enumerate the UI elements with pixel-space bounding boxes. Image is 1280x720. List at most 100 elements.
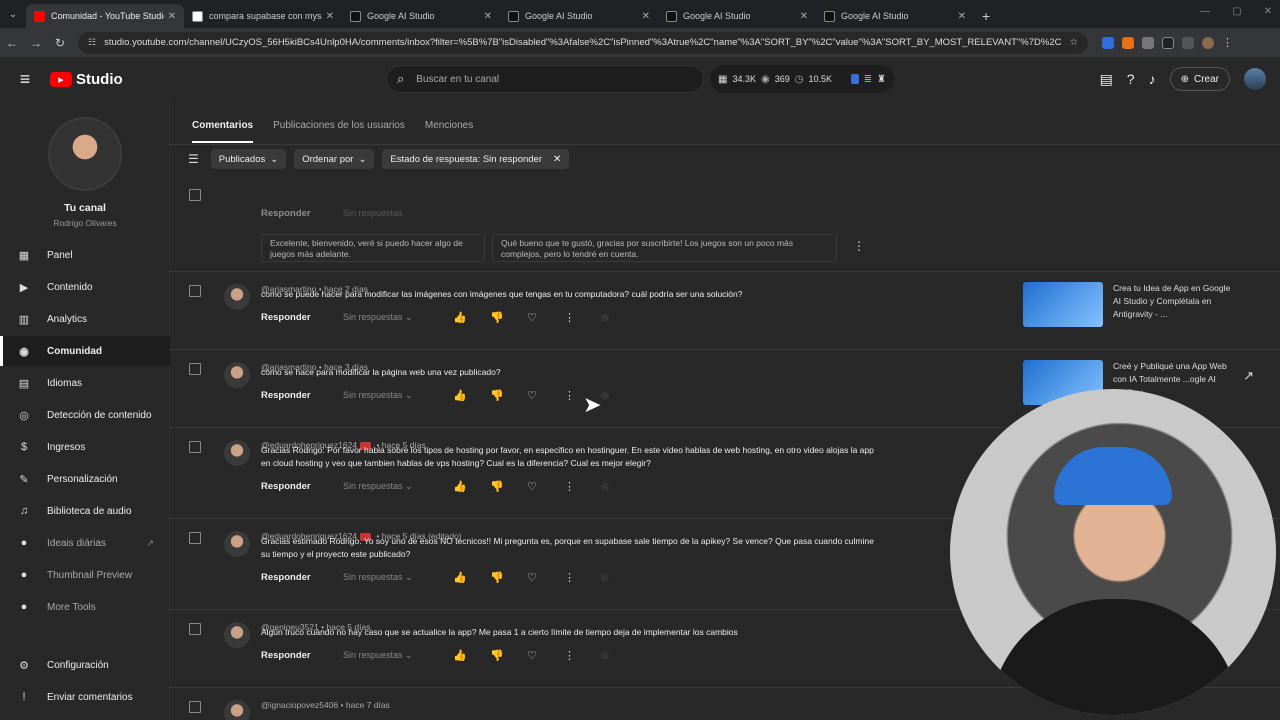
select-all-checkbox[interactable] [189,189,201,201]
close-tab-icon[interactable]: ✕ [326,11,334,22]
minimize-icon[interactable]: — [1200,6,1210,17]
dislike-icon[interactable]: 👎 [490,649,527,662]
browser-tab[interactable]: Google AI Studio ✕ [658,4,816,28]
close-tab-icon[interactable]: ✕ [484,11,492,22]
close-tab-icon[interactable]: ✕ [958,11,966,22]
kebab-menu-icon[interactable]: ⋮ [1222,36,1233,49]
sidebar-item-configuracion[interactable]: ⚙ Configuración [0,650,170,680]
sidebar-item-enviar[interactable]: ! Enviar comentarios [0,682,170,712]
help-icon[interactable]: ? [1127,71,1135,87]
video-title[interactable]: Crea tu Idea de App en Google AI Studio … [1113,282,1233,321]
reload-icon[interactable]: ↻ [48,36,72,50]
comment-checkbox[interactable] [189,441,201,453]
dollar-icon[interactable]: ◎ [601,390,638,401]
close-tab-icon[interactable]: ✕ [642,11,650,22]
create-button[interactable]: ⊕ Crear [1169,67,1230,91]
dollar-icon[interactable]: ◎ [601,572,638,583]
no-replies-dropdown[interactable]: Sin respuestas ⌄ [343,572,453,583]
new-tab-plus-icon[interactable]: + [982,4,990,28]
more-options-icon[interactable]: ⋮ [564,480,601,493]
heart-icon[interactable]: ♡ [527,311,564,324]
sidebar-item-contenido[interactable]: ▶ Contenido [0,272,170,302]
sidebar-item-analytics[interactable]: ▥ Analytics [0,304,170,334]
tab-menciones[interactable]: Menciones [425,118,473,143]
heart-icon[interactable]: ♡ [527,480,564,493]
like-icon[interactable]: 👍 [453,311,490,324]
lines-icon[interactable]: ≣ [864,74,872,85]
subtitles-icon[interactable]: ▤ [1100,71,1113,88]
like-icon[interactable]: 👍 [453,389,490,402]
channel-avatar[interactable] [48,117,122,191]
status-filter-chip[interactable]: Estado de respuesta: Sin responder ✕ [382,149,570,169]
comment-checkbox[interactable] [189,532,201,544]
close-window-icon[interactable]: ✕ [1264,6,1272,17]
commenter-avatar[interactable] [224,362,250,388]
sidebar-item-biblioteca[interactable]: ♫ Biblioteca de audio [0,496,170,526]
dollar-icon[interactable]: ◎ [601,650,638,661]
open-video-arrow-icon[interactable]: ↗ [1243,368,1254,384]
notifications-bell-icon[interactable]: ♪ [1149,71,1156,87]
address-bar[interactable]: ☷ studio.youtube.com/channel/UCzyOS_56H5… [78,31,1088,54]
sidebar-item-more-tools[interactable]: ● More Tools [0,592,170,622]
browser-tab[interactable]: Google AI Studio ✕ [500,4,658,28]
extension-icon[interactable] [1162,36,1174,49]
camera-extension-icon[interactable] [1142,36,1154,49]
reply-button[interactable]: Responder [261,481,343,492]
sidebar-item-thumbnail[interactable]: ● Thumbnail Preview [0,560,170,590]
comment-checkbox[interactable] [189,363,201,375]
no-replies-dropdown[interactable]: Sin respuestas ⌄ [343,481,453,492]
browser-tab[interactable]: Google AI Studio ✕ [816,4,974,28]
more-options-icon[interactable]: ⋮ [564,311,601,324]
reply-button[interactable]: Responder [261,208,343,219]
dollar-icon[interactable]: ◎ [601,312,638,323]
sidebar-item-ingresos[interactable]: $ Ingresos [0,432,170,462]
commenter-avatar[interactable] [224,284,250,310]
comment-checkbox[interactable] [189,285,201,297]
heart-icon[interactable]: ♡ [527,389,564,402]
tab-search-chevron-icon[interactable]: ⌄ [0,0,26,28]
sidebar-item-deteccion[interactable]: ◎ Detección de contenido [0,400,170,430]
reply-button[interactable]: Responder [261,390,343,401]
close-tab-icon[interactable]: ✕ [800,11,808,22]
browser-tab[interactable]: compara supabase con mysql ✕ [184,4,342,28]
no-replies-dropdown[interactable]: Sin respuestas ⌄ [343,312,453,323]
comment-checkbox[interactable] [189,701,201,713]
browser-tab[interactable]: Google AI Studio ✕ [342,4,500,28]
commenter-avatar[interactable] [224,440,250,466]
comment-checkbox[interactable] [189,623,201,635]
commenter-avatar[interactable] [224,622,250,648]
extension-icon[interactable] [1122,36,1134,49]
like-icon[interactable]: 👍 [453,649,490,662]
video-thumbnail[interactable] [1023,282,1103,327]
hamburger-menu-icon[interactable]: ≡ [0,69,50,90]
reply-button[interactable]: Responder [261,572,343,583]
no-replies-dropdown[interactable]: Sin respuestas ⌄ [343,650,453,661]
sidebar-item-idiomas[interactable]: ▤ Idiomas [0,368,170,398]
comment-author[interactable]: @ignaciopovez5406 [261,700,338,710]
like-icon[interactable]: 👍 [453,571,490,584]
back-arrow-icon[interactable]: ← [0,36,24,50]
sidebar-item-comunidad[interactable]: ◉ Comunidad [0,336,170,366]
reply-button[interactable]: Responder [261,312,343,323]
like-icon[interactable]: 👍 [453,480,490,493]
external-link-icon[interactable]: ↗ [146,538,154,549]
more-options-icon[interactable]: ⋮ [564,649,601,662]
forward-arrow-icon[interactable]: → [24,36,48,50]
no-replies-dropdown[interactable]: Sin respuestas ⌄ [343,390,453,401]
dislike-icon[interactable]: 👎 [490,480,527,493]
commenter-avatar[interactable] [224,531,250,557]
extension-icon[interactable] [1102,36,1114,49]
dislike-icon[interactable]: 👎 [490,389,527,402]
browser-tab[interactable]: Comunidad - YouTube Studio ✕ [26,4,184,28]
sidebar-item-personalizacion[interactable]: ✎ Personalización [0,464,170,494]
tab-comentarios[interactable]: Comentarios [192,118,254,143]
dollar-icon[interactable]: ◎ [601,481,638,492]
profile-avatar[interactable] [1202,36,1214,49]
site-info-icon[interactable]: ☷ [88,37,96,48]
close-icon[interactable]: ✕ [553,154,561,165]
heart-icon[interactable]: ♡ [527,649,564,662]
heart-icon[interactable]: ♡ [527,571,564,584]
account-avatar[interactable] [1244,68,1266,90]
sort-filter-chip[interactable]: Ordenar por ⌄ [294,149,375,169]
bookmark-star-icon[interactable]: ☆ [1069,37,1078,48]
